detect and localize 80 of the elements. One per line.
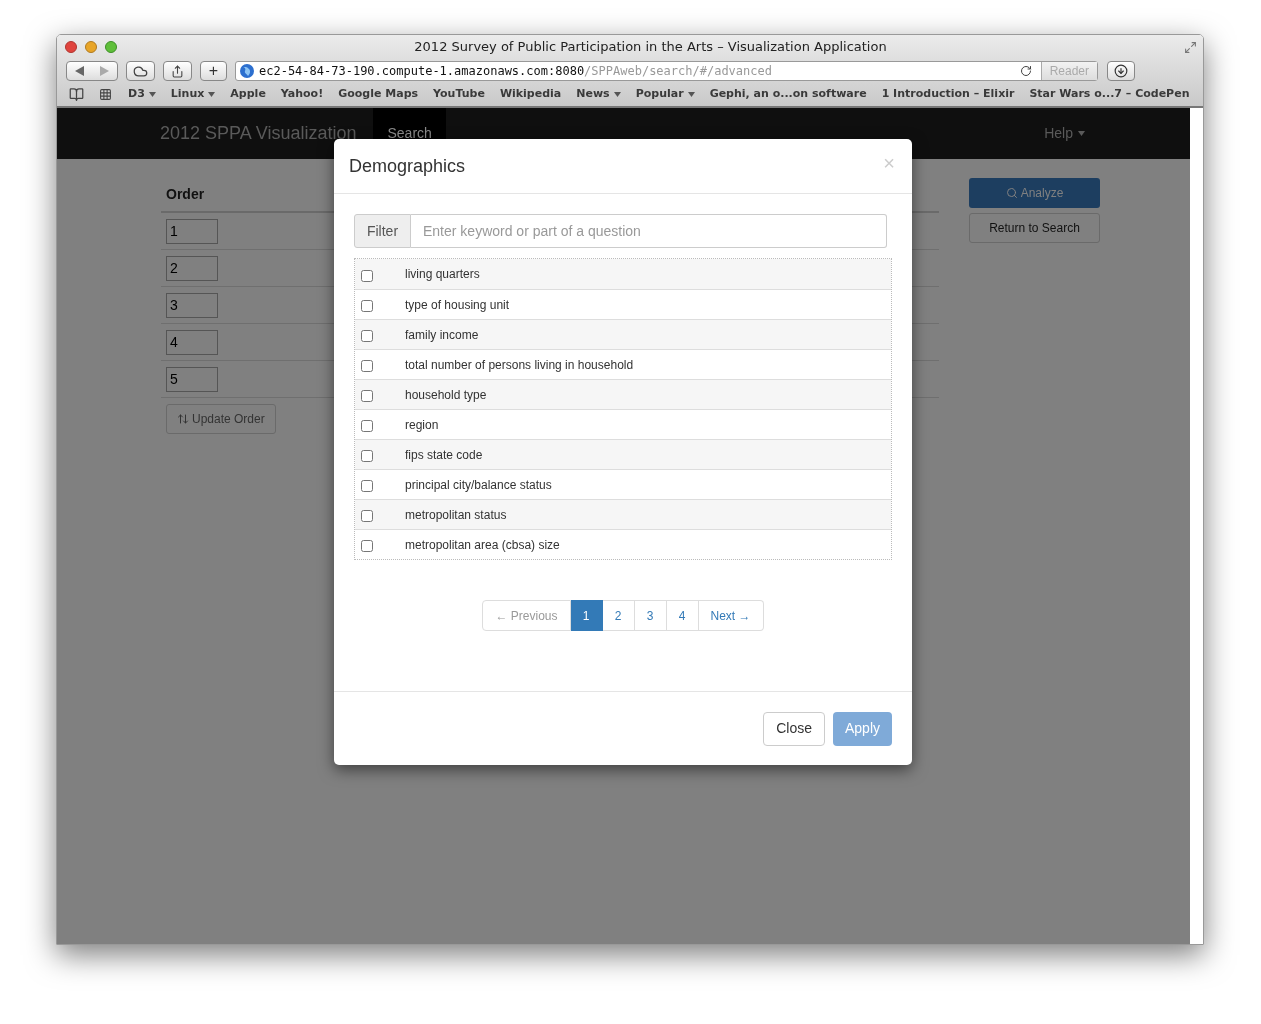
fullscreen-icon[interactable] [1184, 40, 1197, 54]
update-order-button[interactable]: Update Order [166, 404, 276, 434]
item-checkbox[interactable] [361, 390, 373, 402]
top-sites-icon[interactable] [99, 88, 112, 101]
item-label: type of housing unit [405, 296, 510, 314]
caret-icon [687, 92, 695, 97]
help-menu[interactable]: Help [1044, 123, 1085, 144]
item-checkbox[interactable] [361, 450, 373, 462]
caret-icon [613, 92, 621, 97]
item-label: family income [405, 326, 479, 344]
reload-icon[interactable] [1019, 65, 1032, 77]
download-icon [1114, 64, 1128, 78]
item-checkbox[interactable] [361, 360, 373, 372]
cloud-icon [133, 63, 148, 79]
item-label: region [405, 416, 439, 434]
new-tab-button[interactable]: + [200, 61, 227, 81]
order-input[interactable]: 5 [166, 366, 218, 392]
item-label: living quarters [405, 266, 480, 283]
window-title: 2012 Survey of Public Participation in the Arts – Visualization Application [413, 38, 888, 57]
reading-list-icon[interactable] [69, 87, 84, 102]
item-label: fips state code [405, 446, 483, 464]
order-input[interactable]: 4 [166, 329, 218, 355]
page-button[interactable]: 3 [634, 600, 667, 631]
bookmark-item[interactable]: Popular [635, 86, 695, 103]
item-label: metropolitan area (cbsa) size [405, 536, 560, 554]
item-checkbox[interactable] [361, 330, 373, 342]
page-button[interactable]: 1 [570, 600, 603, 631]
item-label: principal city/balance status [405, 476, 552, 494]
bookmark-item[interactable]: News [576, 86, 621, 103]
item-checkbox[interactable] [361, 269, 373, 282]
bookmark-item[interactable]: Linux [170, 86, 216, 103]
item-checkbox[interactable] [361, 480, 373, 492]
caret-icon [208, 92, 216, 97]
icloud-button[interactable] [126, 61, 155, 81]
item-checkbox[interactable] [361, 540, 373, 552]
share-icon [171, 64, 184, 78]
address-host: ec2-54-84-73-190.compute-1.amazonaws.com:8080 [259, 64, 585, 78]
bookmark-item[interactable]: Gephi, an o...on software [709, 86, 867, 103]
bookmark-item[interactable]: Google Maps [338, 86, 419, 103]
sort-icon [177, 413, 189, 425]
bookmark-item[interactable]: Yahoo! [280, 86, 324, 103]
back-forward-buttons[interactable] [66, 61, 118, 81]
address-field[interactable]: ec2-54-84-73-190.compute-1.amazonaws.com:8080/SPPAweb/search/#/advanced Reader [235, 61, 1098, 81]
item-checkbox[interactable] [361, 510, 373, 522]
item-label: total number of persons living in household [405, 356, 634, 374]
share-button[interactable] [163, 61, 192, 81]
bookmark-item[interactable]: D3 [128, 86, 156, 103]
globe-icon [240, 64, 254, 78]
analyze-button[interactable]: Analyze [969, 178, 1100, 208]
minimize-window-button[interactable] [85, 41, 97, 53]
item-checkbox[interactable] [361, 420, 373, 432]
close-button[interactable]: Close [763, 711, 825, 746]
back-icon [75, 66, 84, 76]
caret-icon [1078, 131, 1085, 136]
bookmark-item[interactable]: Wikipedia [499, 86, 562, 103]
caret-icon [148, 92, 156, 97]
return-to-search-button[interactable]: Return to Search [969, 213, 1100, 243]
page-button[interactable]: 4 [666, 600, 699, 631]
address-path: /SPPAweb/search/#/advanced [584, 64, 772, 78]
close-window-button[interactable] [65, 41, 77, 53]
zoom-window-button[interactable] [105, 41, 117, 53]
downloads-button[interactable] [1107, 61, 1135, 81]
filter-field[interactable]: Enter keyword or part of a question [411, 214, 887, 248]
forward-icon [100, 66, 109, 76]
item-label: household type [405, 386, 487, 404]
item-checkbox[interactable] [361, 300, 373, 312]
next-page-button[interactable]: Next → [698, 600, 764, 631]
previous-page-button[interactable]: ← Previous [482, 600, 571, 631]
item-label: metropolitan status [405, 506, 507, 524]
page-button[interactable]: 2 [602, 600, 635, 631]
bookmark-item[interactable]: Apple [230, 86, 266, 103]
order-input[interactable]: 3 [166, 292, 218, 318]
filter-label: Filter [354, 214, 411, 248]
bookmark-item[interactable]: YouTube [433, 86, 485, 103]
order-input[interactable]: 2 [166, 255, 218, 281]
bookmark-item[interactable]: Star Wars o...7 – CodePen [1029, 86, 1190, 103]
order-input[interactable]: 1 [166, 218, 218, 244]
bookmark-item[interactable]: 1 Introduction – Elixir [881, 86, 1015, 103]
brand-title[interactable]: 2012 SPPA Visualization [160, 120, 357, 147]
search-icon [1005, 187, 1018, 199]
